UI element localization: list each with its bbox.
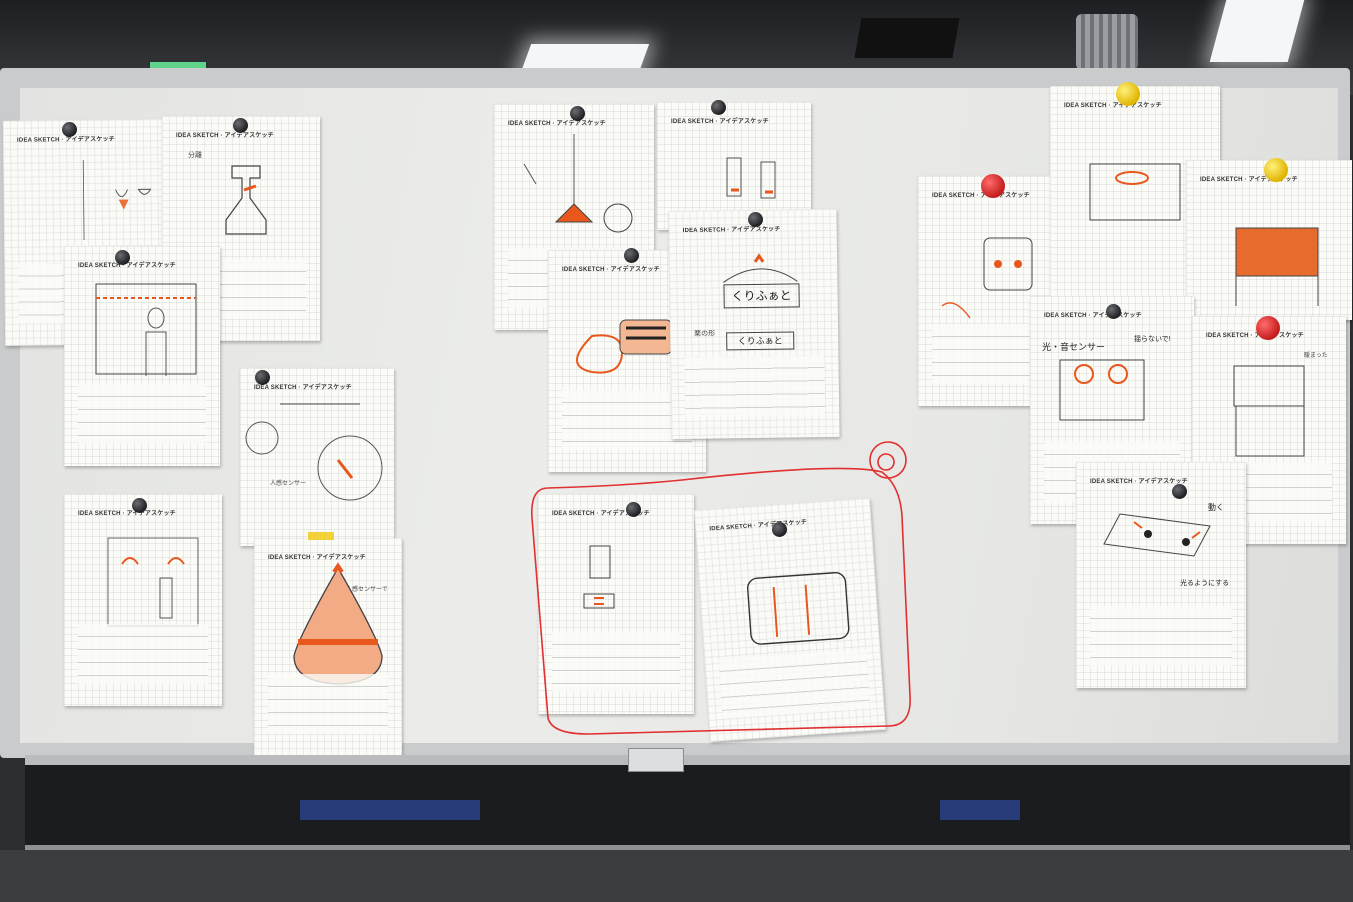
magnet bbox=[711, 100, 726, 115]
marker-stack bbox=[300, 800, 1020, 822]
magnet-red bbox=[1256, 316, 1280, 340]
magnet-yellow bbox=[1264, 158, 1288, 182]
marker-box bbox=[300, 800, 480, 820]
floor bbox=[0, 850, 1353, 902]
sketch-sheet-6: IDEA SKETCH · アイデアスケッチ 人感センサーで bbox=[254, 538, 402, 756]
magnet bbox=[570, 106, 585, 121]
ceiling-light-right bbox=[1209, 0, 1305, 62]
magnet bbox=[233, 118, 248, 133]
sketch-sheet-15: IDEA SKETCH · アイデアスケッチ bbox=[1186, 160, 1352, 320]
yellow-tape bbox=[308, 532, 334, 540]
sheet-lines bbox=[718, 648, 871, 719]
sheet-lines bbox=[552, 632, 680, 692]
magnet bbox=[624, 248, 639, 263]
magnet-red bbox=[981, 174, 1005, 198]
sketch-sheet-11: IDEA SKETCH · アイデアスケッチ bbox=[538, 494, 694, 714]
magnet bbox=[255, 370, 270, 385]
sketch-sheet-12: IDEA SKETCH · アイデアスケッチ bbox=[694, 498, 886, 742]
magnet bbox=[62, 122, 77, 137]
ceiling-vent bbox=[854, 18, 960, 58]
magnet bbox=[772, 522, 787, 537]
sketch-sheet-18: IDEA SKETCH · アイデアスケッチ 動く 光るようにする bbox=[1076, 462, 1246, 688]
magnet bbox=[1172, 484, 1187, 499]
sheet-lines bbox=[78, 384, 206, 444]
air-duct bbox=[1076, 14, 1138, 70]
magnet bbox=[132, 498, 147, 513]
sheet-lines bbox=[78, 624, 208, 684]
marker-box bbox=[940, 800, 1020, 820]
sketch-drawing bbox=[1235, 227, 1319, 306]
sketch-sheet-4: IDEA SKETCH · アイデアスケッチ 人感センサー bbox=[240, 368, 394, 546]
sketch-sheet-3: IDEA SKETCH · アイデアスケッチ bbox=[64, 246, 220, 466]
magnet bbox=[748, 212, 763, 227]
sheet-lines bbox=[268, 674, 388, 734]
board-handle bbox=[628, 748, 684, 772]
sheet-lines bbox=[684, 355, 826, 417]
magnet-yellow bbox=[1116, 82, 1140, 106]
sheet-lines bbox=[1090, 606, 1232, 666]
sketch-sheet-10: IDEA SKETCH · アイデアスケッチ 栗の形 くりふぁと くりふぁと bbox=[668, 208, 840, 440]
magnet bbox=[1106, 304, 1121, 319]
sketch-drawing bbox=[245, 403, 383, 501]
sketch-sheet-5: IDEA SKETCH · アイデアスケッチ bbox=[64, 494, 222, 706]
magnet bbox=[626, 502, 641, 517]
magnet bbox=[115, 250, 130, 265]
